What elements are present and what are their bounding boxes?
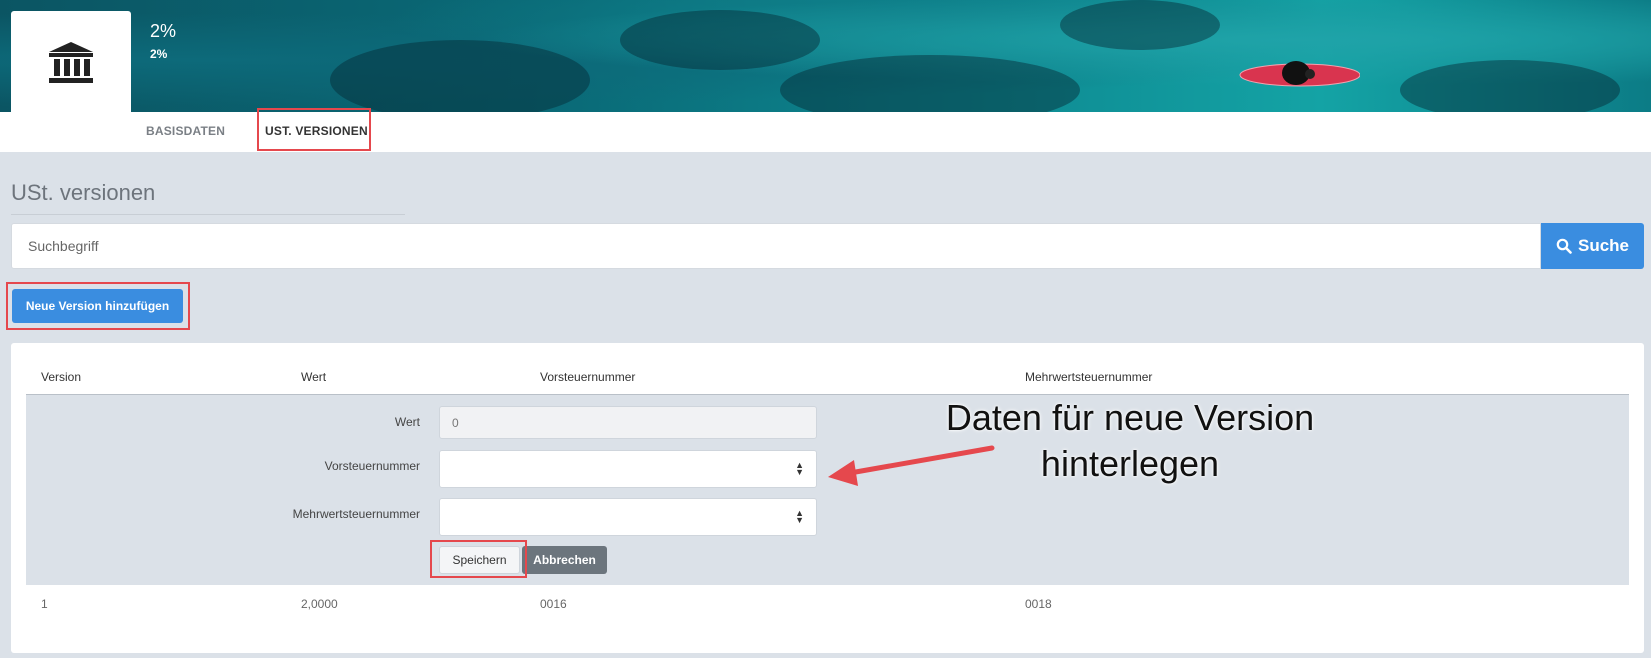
column-header-wert: Wert: [301, 370, 327, 384]
search-input[interactable]: [11, 223, 1541, 269]
column-header-mehrwertsteuernummer: Mehrwertsteuernummer: [1025, 370, 1153, 384]
tab-basisdaten[interactable]: BASISDATEN: [146, 124, 225, 138]
vorsteuernummer-select[interactable]: ▲ ▼: [439, 450, 817, 488]
highlight-box-add: [6, 282, 190, 330]
highlight-box-save: [430, 540, 527, 578]
header-subtitle: 2%: [150, 47, 168, 61]
header-title: 2%: [150, 21, 177, 41]
column-header-version: Version: [41, 370, 82, 384]
page-title: USt. versionen: [11, 180, 156, 205]
search-button[interactable]: Suche: [1541, 223, 1644, 269]
row-mehrwertsteuernummer: 0018: [1025, 597, 1052, 611]
title-divider: [11, 214, 405, 215]
row-version: 1: [41, 597, 48, 611]
search-button-label: Suche: [1577, 236, 1630, 255]
wert-label: Wert: [394, 415, 420, 429]
select-caret-icon: ▲ ▼: [795, 460, 804, 477]
wert-field[interactable]: [439, 406, 817, 439]
highlight-box-tab: [257, 108, 371, 151]
row-vorsteuernummer: 0016: [540, 597, 567, 611]
select-caret-icon: ▲ ▼: [795, 508, 804, 525]
bank-icon: [49, 41, 93, 83]
header-banner: [0, 0, 1651, 112]
vorsteuernummer-label: Vorsteuernummer: [324, 459, 420, 473]
annotation-arrow-icon: [828, 445, 995, 486]
search-icon: [1556, 238, 1572, 254]
column-header-vorsteuernummer: Vorsteuernummer: [540, 370, 636, 384]
logo-tile: [11, 11, 131, 112]
row-wert: 2,0000: [301, 597, 338, 611]
cancel-button[interactable]: Abbrechen: [522, 546, 607, 574]
mehrwertsteuernummer-select[interactable]: ▲ ▼: [439, 498, 817, 536]
surfer-image: [1239, 61, 1360, 87]
tab-bar: BASISDATEN UST. VERSIONEN: [0, 112, 1651, 152]
mehrwertsteuernummer-label: Mehrwertsteuernummer: [292, 507, 420, 521]
